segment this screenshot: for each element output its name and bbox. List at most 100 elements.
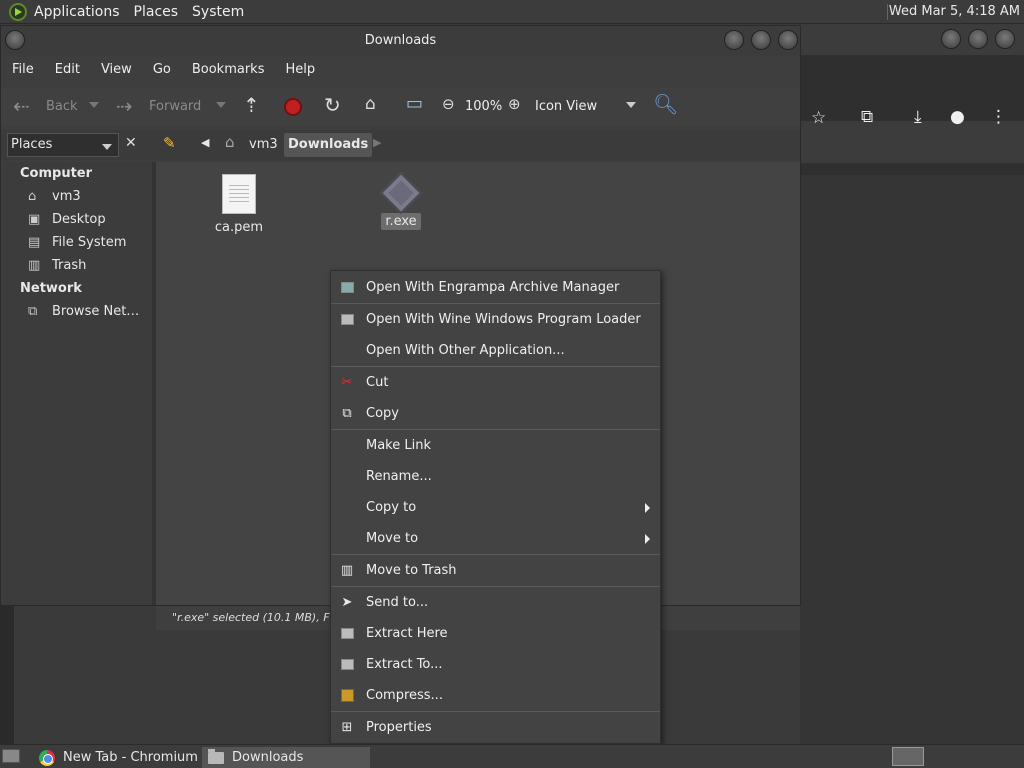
zoom-out-icon[interactable]: ⊖ <box>442 95 455 113</box>
crumb-vm3[interactable]: vm3 <box>245 133 282 157</box>
extract-to-icon <box>339 657 355 673</box>
mate-logo-icon[interactable] <box>9 2 27 21</box>
stop-icon[interactable] <box>284 98 302 116</box>
context-menu: Open With Engrampa Archive Manager Open … <box>330 270 661 744</box>
chromium-content <box>800 175 1024 745</box>
close-icon[interactable] <box>995 29 1015 49</box>
minimize-icon[interactable] <box>941 29 961 49</box>
menu-item-extract-here[interactable]: Extract Here <box>331 618 660 649</box>
zoom-level: 100% <box>465 99 503 114</box>
download-icon[interactable]: ⤓ <box>914 107 922 127</box>
menu-view[interactable]: View <box>90 58 142 84</box>
kebab-menu-icon[interactable]: ⋮ <box>990 107 1007 127</box>
trash-icon: ▥ <box>28 257 41 273</box>
forward-history-dropdown-icon[interactable] <box>216 102 226 108</box>
file-item-selected[interactable]: r.exe <box>376 171 426 230</box>
home-folder-icon: ⌂ <box>225 133 235 151</box>
sidebar-item-trash[interactable]: ▥ Trash <box>28 258 86 273</box>
system-menu[interactable]: System <box>185 4 251 20</box>
task-chromium[interactable]: New Tab - Chromium <box>33 747 198 768</box>
menu-item-send-to[interactable]: ➤ Send to... <box>331 587 660 618</box>
menu-item-label: Rename... <box>366 469 432 484</box>
crumb-left-arrow-icon[interactable]: ◀ <box>201 136 209 149</box>
archive-manager-icon <box>339 280 355 296</box>
menu-item-make-link[interactable]: Make Link <box>331 430 660 461</box>
file-item[interactable]: ca.pem <box>214 174 264 235</box>
menu-item-properties[interactable]: ⊞ Properties <box>331 712 660 743</box>
maximize-icon[interactable] <box>751 30 771 50</box>
wine-icon <box>339 312 355 328</box>
menu-item-extract-to[interactable]: Extract To... <box>331 649 660 680</box>
menu-bookmarks[interactable]: Bookmarks <box>181 58 275 84</box>
up-arrow-icon[interactable]: ⇡ <box>243 93 260 117</box>
menu-item-cut[interactable]: ✂ Cut <box>331 367 660 398</box>
crumb-right-arrow-icon[interactable]: ▶ <box>373 136 381 149</box>
menu-item-move-to[interactable]: Move to <box>331 523 660 554</box>
submenu-arrow-icon <box>645 502 650 513</box>
menu-item-label: Open With Engrampa Archive Manager <box>366 280 620 295</box>
menu-item-label: Extract Here <box>366 626 448 641</box>
show-desktop-icon[interactable] <box>2 749 20 763</box>
edit-location-icon[interactable]: ✎ <box>163 134 176 152</box>
network-icon: ⧉ <box>28 303 38 319</box>
sidebar-heading-network: Network <box>20 281 82 296</box>
menu-go[interactable]: Go <box>142 58 181 84</box>
clock[interactable]: Wed Mar 5, 4:18 AM <box>889 4 1020 19</box>
maximize-icon[interactable] <box>968 29 988 49</box>
menu-item-label: Make Link <box>366 438 431 453</box>
menu-item-label: Move to <box>366 531 419 546</box>
sidebar-item-desktop[interactable]: ▣ Desktop <box>28 212 106 227</box>
task-downloads[interactable]: Downloads <box>202 747 370 768</box>
view-mode-select[interactable]: Icon View <box>535 99 597 114</box>
close-sidebar-icon[interactable]: ✕ <box>125 135 137 151</box>
back-history-dropdown-icon[interactable] <box>89 102 99 108</box>
menu-file[interactable]: File <box>1 58 44 84</box>
chromium-titlebar[interactable] <box>800 25 1024 55</box>
sidebar-item-label: vm3 <box>52 189 81 204</box>
zoom-in-icon[interactable]: ⊕ <box>508 95 521 113</box>
extensions-icon[interactable]: ⧉ <box>861 107 873 127</box>
menu-help[interactable]: Help <box>274 58 325 84</box>
search-icon[interactable]: 🔍︎ <box>653 92 678 116</box>
copy-icon: ⧉ <box>342 406 352 421</box>
back-button[interactable]: Back <box>46 99 78 114</box>
menu-item-label: Properties <box>366 720 432 735</box>
sidebar-item-browse-network[interactable]: ⧉ Browse Net… <box>28 304 139 319</box>
minimize-icon[interactable] <box>724 30 744 50</box>
places-menu[interactable]: Places <box>127 4 186 20</box>
folder-icon <box>208 748 224 764</box>
forward-button[interactable]: Forward <box>149 99 201 114</box>
bookmark-star-icon[interactable]: ☆ <box>811 108 826 128</box>
sidebar-heading-computer: Computer <box>20 166 93 181</box>
sidebar-item-label: Desktop <box>52 212 106 227</box>
back-arrow-icon[interactable]: ⇠ <box>13 94 30 118</box>
location-bar: Places ✕ ✎ ◀ ⌂ vm3 Downloads ▶ <box>1 130 800 160</box>
menu-item-move-to-trash[interactable]: ▥ Move to Trash <box>331 555 660 586</box>
exe-file-icon <box>379 171 423 215</box>
sidebar-item-vm3[interactable]: ⌂ vm3 <box>28 189 81 204</box>
desktop-folder-icon: ▣ <box>28 211 41 227</box>
computer-icon[interactable]: ▭ <box>406 93 423 114</box>
menu-item-copy-to[interactable]: Copy to <box>331 492 660 523</box>
menu-item-copy[interactable]: ⧉ Copy <box>331 398 660 429</box>
sidebar-item-label: File System <box>52 235 127 250</box>
close-icon[interactable] <box>778 30 798 50</box>
window-titlebar[interactable]: Downloads <box>1 26 800 56</box>
sidebar-select[interactable]: Places <box>7 133 119 157</box>
workspace-switcher[interactable] <box>892 747 924 766</box>
menu-item-open-with-engrampa[interactable]: Open With Engrampa Archive Manager <box>331 272 660 303</box>
menu-item-open-with-wine[interactable]: Open With Wine Windows Program Loader <box>331 304 660 335</box>
menu-edit[interactable]: Edit <box>44 58 90 84</box>
text-file-icon <box>222 174 256 214</box>
menu-item-open-with-other[interactable]: Open With Other Application... <box>331 335 660 366</box>
view-mode-dropdown-icon[interactable] <box>626 102 636 108</box>
home-icon[interactable]: ⌂ <box>365 94 376 114</box>
menu-item-rename[interactable]: Rename... <box>331 461 660 492</box>
menu-item-compress[interactable]: Compress... <box>331 680 660 711</box>
crumb-downloads[interactable]: Downloads <box>284 133 373 157</box>
reload-icon[interactable]: ↻ <box>324 93 341 117</box>
profile-icon[interactable]: ● <box>950 107 965 127</box>
forward-arrow-icon[interactable]: ⇢ <box>116 94 133 118</box>
sidebar-item-file-system[interactable]: ▤ File System <box>28 235 126 250</box>
applications-menu[interactable]: Applications <box>27 4 127 20</box>
